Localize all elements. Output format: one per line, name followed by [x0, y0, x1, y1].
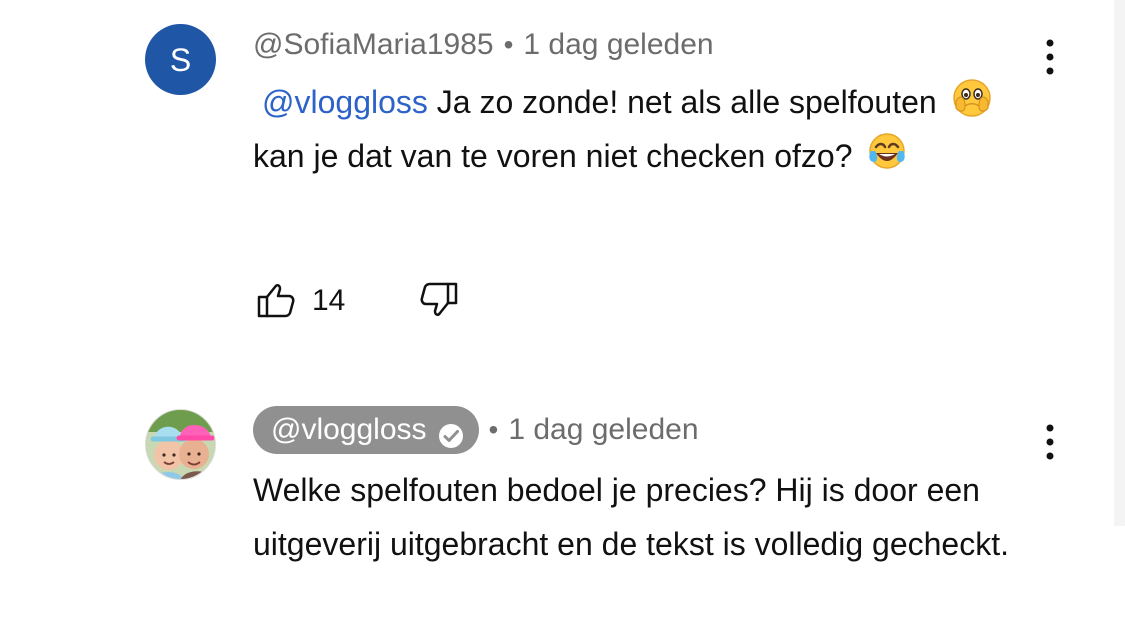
comment-text-part-2: kan je dat van te voren niet checken ofz… — [253, 138, 853, 174]
face-with-tears-of-joy-icon — [866, 131, 908, 173]
youtube-comments-panel: S @SofiaMaria1985 • 1 dag geleden @vlogg… — [0, 0, 1125, 643]
mention-link[interactable]: @vloggloss — [262, 84, 428, 120]
comment-meta: @vloggloss • 1 dag geleden — [253, 405, 1043, 455]
like-count: 14 — [312, 284, 346, 317]
avatar-initial: S — [169, 41, 192, 78]
thumbs-down-icon — [418, 279, 460, 324]
comment-options-button[interactable] — [1030, 414, 1070, 474]
comment-content: @SofiaMaria1985 • 1 dag geleden @vlogglo… — [253, 20, 1043, 317]
comment-author[interactable]: @SofiaMaria1985 — [253, 20, 494, 70]
verified-check-icon — [437, 416, 465, 448]
meta-separator: • — [503, 29, 514, 60]
comment-item: S @SofiaMaria1985 • 1 dag geleden @vlogg… — [145, 20, 1095, 340]
comment-actions: 14 — [253, 278, 462, 324]
comment-author: @vloggloss — [271, 413, 427, 446]
face-with-open-eyes-and-hand-over-mouth-icon — [951, 77, 993, 119]
comment-item: @vloggloss • 1 dag geleden Welke spelfou… — [145, 405, 1095, 643]
comment-meta: @SofiaMaria1985 • 1 dag geleden — [253, 20, 1043, 70]
comment-options-button[interactable] — [1030, 29, 1070, 89]
dislike-button[interactable] — [416, 278, 462, 324]
comment-content: @vloggloss • 1 dag geleden Welke spelfou… — [253, 405, 1043, 571]
meta-separator: • — [488, 414, 499, 445]
channel-owner-badge[interactable]: @vloggloss — [253, 406, 479, 454]
more-vertical-icon — [1044, 38, 1056, 81]
comment-text: Welke spelfouten bedoel je precies? Hij … — [253, 472, 1009, 562]
commenter-avatar[interactable]: S — [145, 24, 216, 95]
more-vertical-icon — [1044, 423, 1056, 466]
comment-text: @vloggloss Ja zo zonde! net als alle spe… — [253, 75, 1043, 183]
like-button[interactable] — [253, 278, 299, 324]
comment-text-part-1: Ja zo zonde! net als alle spelfouten — [436, 84, 937, 120]
comment-time[interactable]: 1 dag geleden — [508, 405, 698, 455]
panel-edge — [1114, 0, 1125, 526]
comment-time[interactable]: 1 dag geleden — [523, 20, 713, 70]
channel-avatar[interactable] — [145, 409, 216, 480]
thumbs-up-icon — [255, 279, 297, 324]
